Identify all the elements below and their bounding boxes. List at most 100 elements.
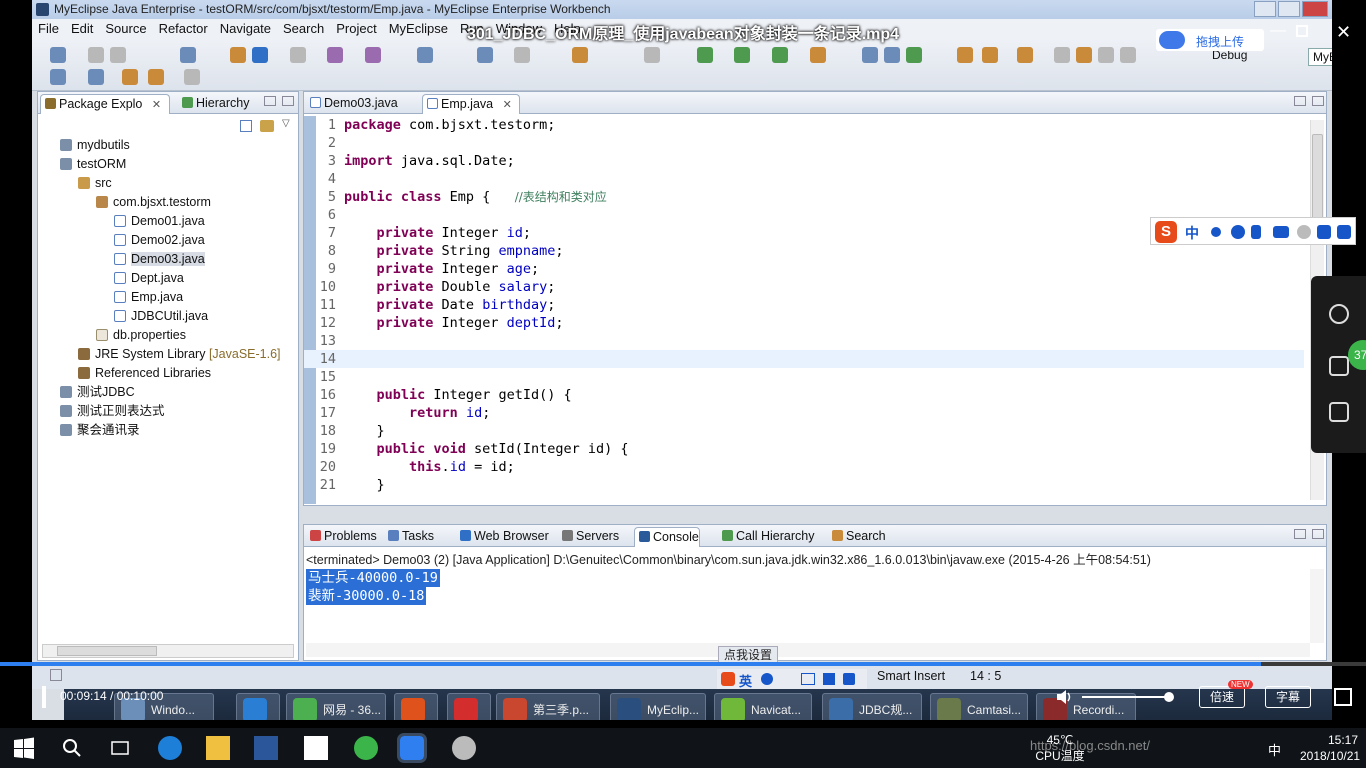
minimize-console-icon[interactable] xyxy=(1294,529,1306,539)
player-app-icon[interactable] xyxy=(452,736,476,760)
list-icon[interactable] xyxy=(1329,356,1349,376)
tree-item[interactable]: Emp.java xyxy=(114,288,183,307)
input-language[interactable]: 中 xyxy=(1268,740,1281,759)
new-package-icon[interactable] xyxy=(884,47,900,63)
pencil-icon[interactable] xyxy=(982,47,998,63)
player-close-icon[interactable]: ✕ xyxy=(1336,22,1351,43)
minimize-button[interactable] xyxy=(1254,1,1276,17)
upload-button[interactable]: 拖拽上传 xyxy=(1156,29,1264,51)
run-config-icon[interactable] xyxy=(772,47,788,63)
tree-item[interactable]: com.bjsxt.testorm xyxy=(96,193,211,212)
hscroll-thumb[interactable] xyxy=(57,646,157,656)
share-icon[interactable] xyxy=(1329,304,1349,324)
prev-annotation-icon[interactable] xyxy=(88,69,104,85)
edge-icon[interactable] xyxy=(158,736,182,760)
maximize-button[interactable] xyxy=(1278,1,1300,17)
minimize-view-icon[interactable] xyxy=(264,96,276,106)
tab-console[interactable]: Console xyxy=(634,527,700,547)
task-view-icon[interactable] xyxy=(108,736,132,760)
new-icon[interactable] xyxy=(50,47,66,63)
tree-item[interactable]: db.properties xyxy=(96,326,186,345)
view-menu-icon[interactable]: ▽ xyxy=(282,118,290,129)
print-icon[interactable] xyxy=(110,47,126,63)
code-line[interactable]: 11 private Date birthday; xyxy=(304,296,1304,314)
code-line[interactable]: 4 xyxy=(304,170,1304,188)
last-edit-icon[interactable] xyxy=(122,69,138,85)
refresh-icon[interactable] xyxy=(906,47,922,63)
video-progress-track[interactable] xyxy=(0,662,1366,666)
system-clock[interactable]: 15:17 2018/10/21 xyxy=(1300,732,1360,764)
tree-item[interactable]: 测试JDBC xyxy=(60,383,135,402)
player-minimize-icon[interactable]: — xyxy=(1270,22,1286,40)
editor-vscroll-thumb[interactable] xyxy=(1312,134,1323,220)
whitespace-icon[interactable] xyxy=(1120,47,1136,63)
volume-knob[interactable] xyxy=(1164,692,1174,702)
code-line[interactable]: 12 private Integer deptId; xyxy=(304,314,1304,332)
close-tab-icon[interactable]: ✕ xyxy=(503,99,512,111)
deploy-icon[interactable] xyxy=(327,47,343,63)
code-line[interactable]: 2 xyxy=(304,134,1304,152)
run-icon[interactable] xyxy=(734,47,750,63)
code-line[interactable]: 10 private Double salary; xyxy=(304,278,1304,296)
ime-chinese-toggle[interactable]: 中 xyxy=(1185,223,1199,243)
block-select-icon[interactable] xyxy=(1098,47,1114,63)
tab-emp-java[interactable]: Emp.java ✕ xyxy=(422,94,520,114)
link-editor-icon[interactable] xyxy=(260,120,274,132)
save-icon[interactable] xyxy=(88,47,104,63)
forward-icon[interactable] xyxy=(184,69,200,85)
code-line[interactable]: 20 this.id = id; xyxy=(304,458,1304,476)
speed-button[interactable]: 倍速 xyxy=(1199,686,1245,708)
toolbox-icon[interactable] xyxy=(1337,225,1351,239)
annotation-icon[interactable] xyxy=(1054,47,1070,63)
tree-item[interactable]: Demo03.java xyxy=(114,250,205,269)
myeclipse-perspective-button[interactable]: MyE xyxy=(1308,48,1332,66)
code-line[interactable]: 15 xyxy=(304,368,1304,386)
code-line[interactable]: 13 xyxy=(304,332,1304,350)
fullscreen-icon[interactable] xyxy=(1334,688,1352,706)
file-explorer-icon[interactable] xyxy=(206,736,230,760)
minimize-editor-icon[interactable] xyxy=(1294,96,1306,106)
tab-call-hierarchy[interactable]: Call Hierarchy xyxy=(718,527,815,547)
tree-item[interactable]: Dept.java xyxy=(114,269,184,288)
new-project-icon[interactable] xyxy=(180,47,196,63)
delete-icon[interactable] xyxy=(1329,402,1349,422)
search-tool-icon[interactable] xyxy=(1017,47,1033,63)
emoji-icon[interactable] xyxy=(1231,225,1245,239)
subtitle-button[interactable]: 字幕 xyxy=(1265,686,1311,708)
tab-search[interactable]: Search xyxy=(828,527,886,547)
tree-item[interactable]: src xyxy=(78,174,112,193)
open-type-icon[interactable] xyxy=(230,47,246,63)
tab-problems[interactable]: Problems xyxy=(306,527,377,547)
code-line[interactable]: 3 import java.sql.Date; xyxy=(304,152,1304,170)
code-line[interactable]: 14 xyxy=(304,350,1304,368)
code-line[interactable]: 1 package com.bjsxt.testorm; xyxy=(304,116,1304,134)
tree-item[interactable]: JDBCUtil.java xyxy=(114,307,208,326)
explorer-hscroll[interactable] xyxy=(42,644,294,658)
code-area[interactable]: 1 package com.bjsxt.testorm; 2 3 import java… xyxy=(304,116,1326,504)
user-icon[interactable] xyxy=(1297,225,1311,239)
collapse-all-icon[interactable] xyxy=(240,120,252,132)
tree-item[interactable]: Demo01.java xyxy=(114,212,205,231)
baidu-netdisk-icon[interactable] xyxy=(397,733,427,763)
tab-servers[interactable]: Servers xyxy=(558,527,619,547)
code-line[interactable]: 17 return id; xyxy=(304,404,1304,422)
store-icon[interactable] xyxy=(304,736,328,760)
browser-icon[interactable] xyxy=(644,47,660,63)
db-icon[interactable] xyxy=(514,47,530,63)
fast-view-icon[interactable] xyxy=(50,669,62,681)
keyboard-icon[interactable] xyxy=(1273,226,1289,238)
code-line[interactable]: 9 private Integer age; xyxy=(304,260,1304,278)
tab-hierarchy[interactable]: Hierarchy xyxy=(178,94,250,114)
word-icon[interactable] xyxy=(254,736,278,760)
mic-icon[interactable] xyxy=(1251,225,1261,239)
tree-item[interactable]: 聚会通讯录 xyxy=(60,421,140,440)
windows-start-icon[interactable] xyxy=(12,736,36,760)
tab-tasks[interactable]: Tasks xyxy=(384,527,434,547)
search-icon[interactable] xyxy=(60,736,84,760)
code-line[interactable]: 5 public class Emp { //表结构和类对应 xyxy=(304,188,1304,206)
close-button[interactable] xyxy=(1302,1,1328,17)
tab-package-explorer[interactable]: Package Explo ✕ xyxy=(40,94,170,114)
console-hscroll[interactable] xyxy=(306,643,1310,657)
tab-demo03-java[interactable]: Demo03.java xyxy=(306,94,418,114)
maximize-view-icon[interactable] xyxy=(282,96,294,106)
